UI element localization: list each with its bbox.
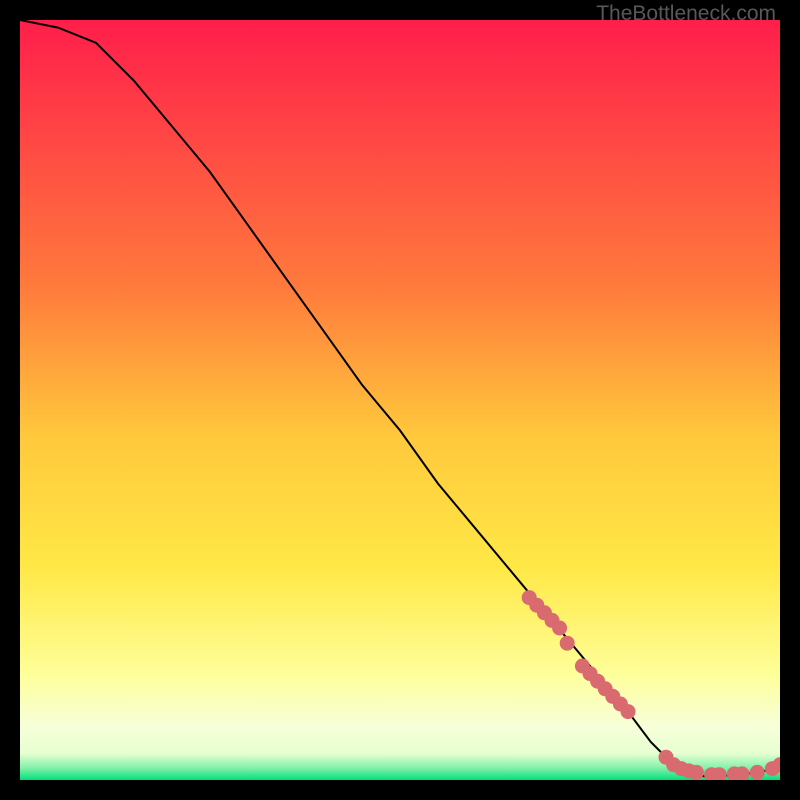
chart-frame: { "watermark": "TheBottleneck.com", "col… (0, 0, 800, 800)
data-marker (689, 765, 704, 780)
plot-area (20, 20, 780, 780)
chart-svg (20, 20, 780, 780)
data-marker (552, 621, 567, 636)
gradient-bg (20, 20, 780, 780)
data-marker (750, 765, 765, 780)
watermark-text: TheBottleneck.com (596, 2, 776, 26)
data-marker (560, 636, 575, 651)
data-marker (621, 704, 636, 719)
